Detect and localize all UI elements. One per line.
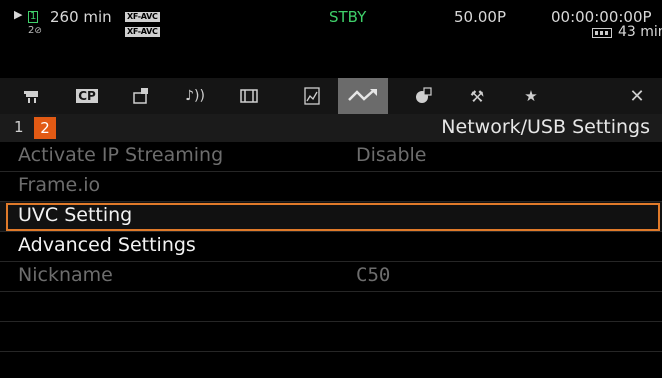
tab-custom-picture[interactable] <box>116 78 166 114</box>
menu-item-empty <box>0 322 662 352</box>
card-slot-2-icon: 2⊘ <box>28 25 42 36</box>
menu-item-frame-io[interactable]: Frame.io <box>0 172 662 202</box>
play-indicator-icon: ▶ <box>14 8 23 21</box>
page-current[interactable]: 2 <box>34 117 56 139</box>
frame-rate: 50.00P <box>454 8 506 26</box>
codec-badge-top: XF-AVC <box>125 12 160 22</box>
network-icon <box>348 89 377 101</box>
menu-item-value: Disable <box>356 144 427 166</box>
tab-monitoring[interactable] <box>398 78 448 114</box>
menu-item-label: Advanced Settings <box>18 234 196 256</box>
battery-remaining: 43 min <box>618 24 662 40</box>
tab-recording-media[interactable] <box>224 78 274 114</box>
card-slot-1-icon: 1 <box>28 11 39 23</box>
tab-network[interactable] <box>338 78 388 114</box>
camera-icon <box>24 91 38 103</box>
battery-icon <box>592 28 612 38</box>
codec-badge-bottom: XF-AVC <box>125 27 160 37</box>
tab-system-setup[interactable]: ⚒ <box>452 78 502 114</box>
close-icon: ✕ <box>629 85 645 107</box>
recording-media-icon <box>240 89 258 103</box>
menu-tab-bar: CP ♪)) ⚒ ★ ✕ <box>0 78 662 114</box>
menu-item-label: Nickname <box>18 264 113 286</box>
status-bar: ▶ 1 260 min 2⊘ XF-AVC XF-AVC STBY 50.00P… <box>0 0 662 78</box>
menu-item-nickname[interactable]: Nickname C50 <box>0 262 662 292</box>
menu-item-label: Frame.io <box>18 174 101 196</box>
tab-cp[interactable]: CP <box>62 78 112 114</box>
tab-assist-functions[interactable] <box>287 78 337 114</box>
menu-item-empty <box>0 292 662 322</box>
assist-functions-icon <box>304 87 320 105</box>
page-header: 1 2 Network/USB Settings <box>0 114 662 142</box>
monitoring-icon <box>416 87 432 103</box>
tab-audio[interactable]: ♪)) <box>170 78 220 114</box>
menu-item-label: Activate IP Streaming <box>18 144 224 166</box>
menu-item-empty <box>0 352 662 378</box>
tab-my-menu[interactable]: ★ <box>506 78 556 114</box>
custom-picture-icon <box>133 88 148 104</box>
menu-item-activate-ip-streaming[interactable]: Activate IP Streaming Disable <box>0 142 662 172</box>
menu-item-advanced-settings[interactable]: Advanced Settings <box>0 232 662 262</box>
cp-icon: CP <box>76 89 98 103</box>
audio-icon: ♪)) <box>185 88 205 104</box>
menu-item-value: C50 <box>356 264 391 286</box>
page-prev[interactable]: 1 <box>14 118 24 136</box>
page-title: Network/USB Settings <box>441 116 650 138</box>
close-button[interactable]: ✕ <box>612 78 662 114</box>
system-setup-icon: ⚒ <box>469 86 485 106</box>
my-menu-star-icon: ★ <box>524 87 538 105</box>
tab-camera[interactable] <box>8 78 58 114</box>
remaining-time: 260 min <box>50 8 112 26</box>
selection-highlight <box>6 203 660 231</box>
record-status: STBY <box>329 8 367 26</box>
